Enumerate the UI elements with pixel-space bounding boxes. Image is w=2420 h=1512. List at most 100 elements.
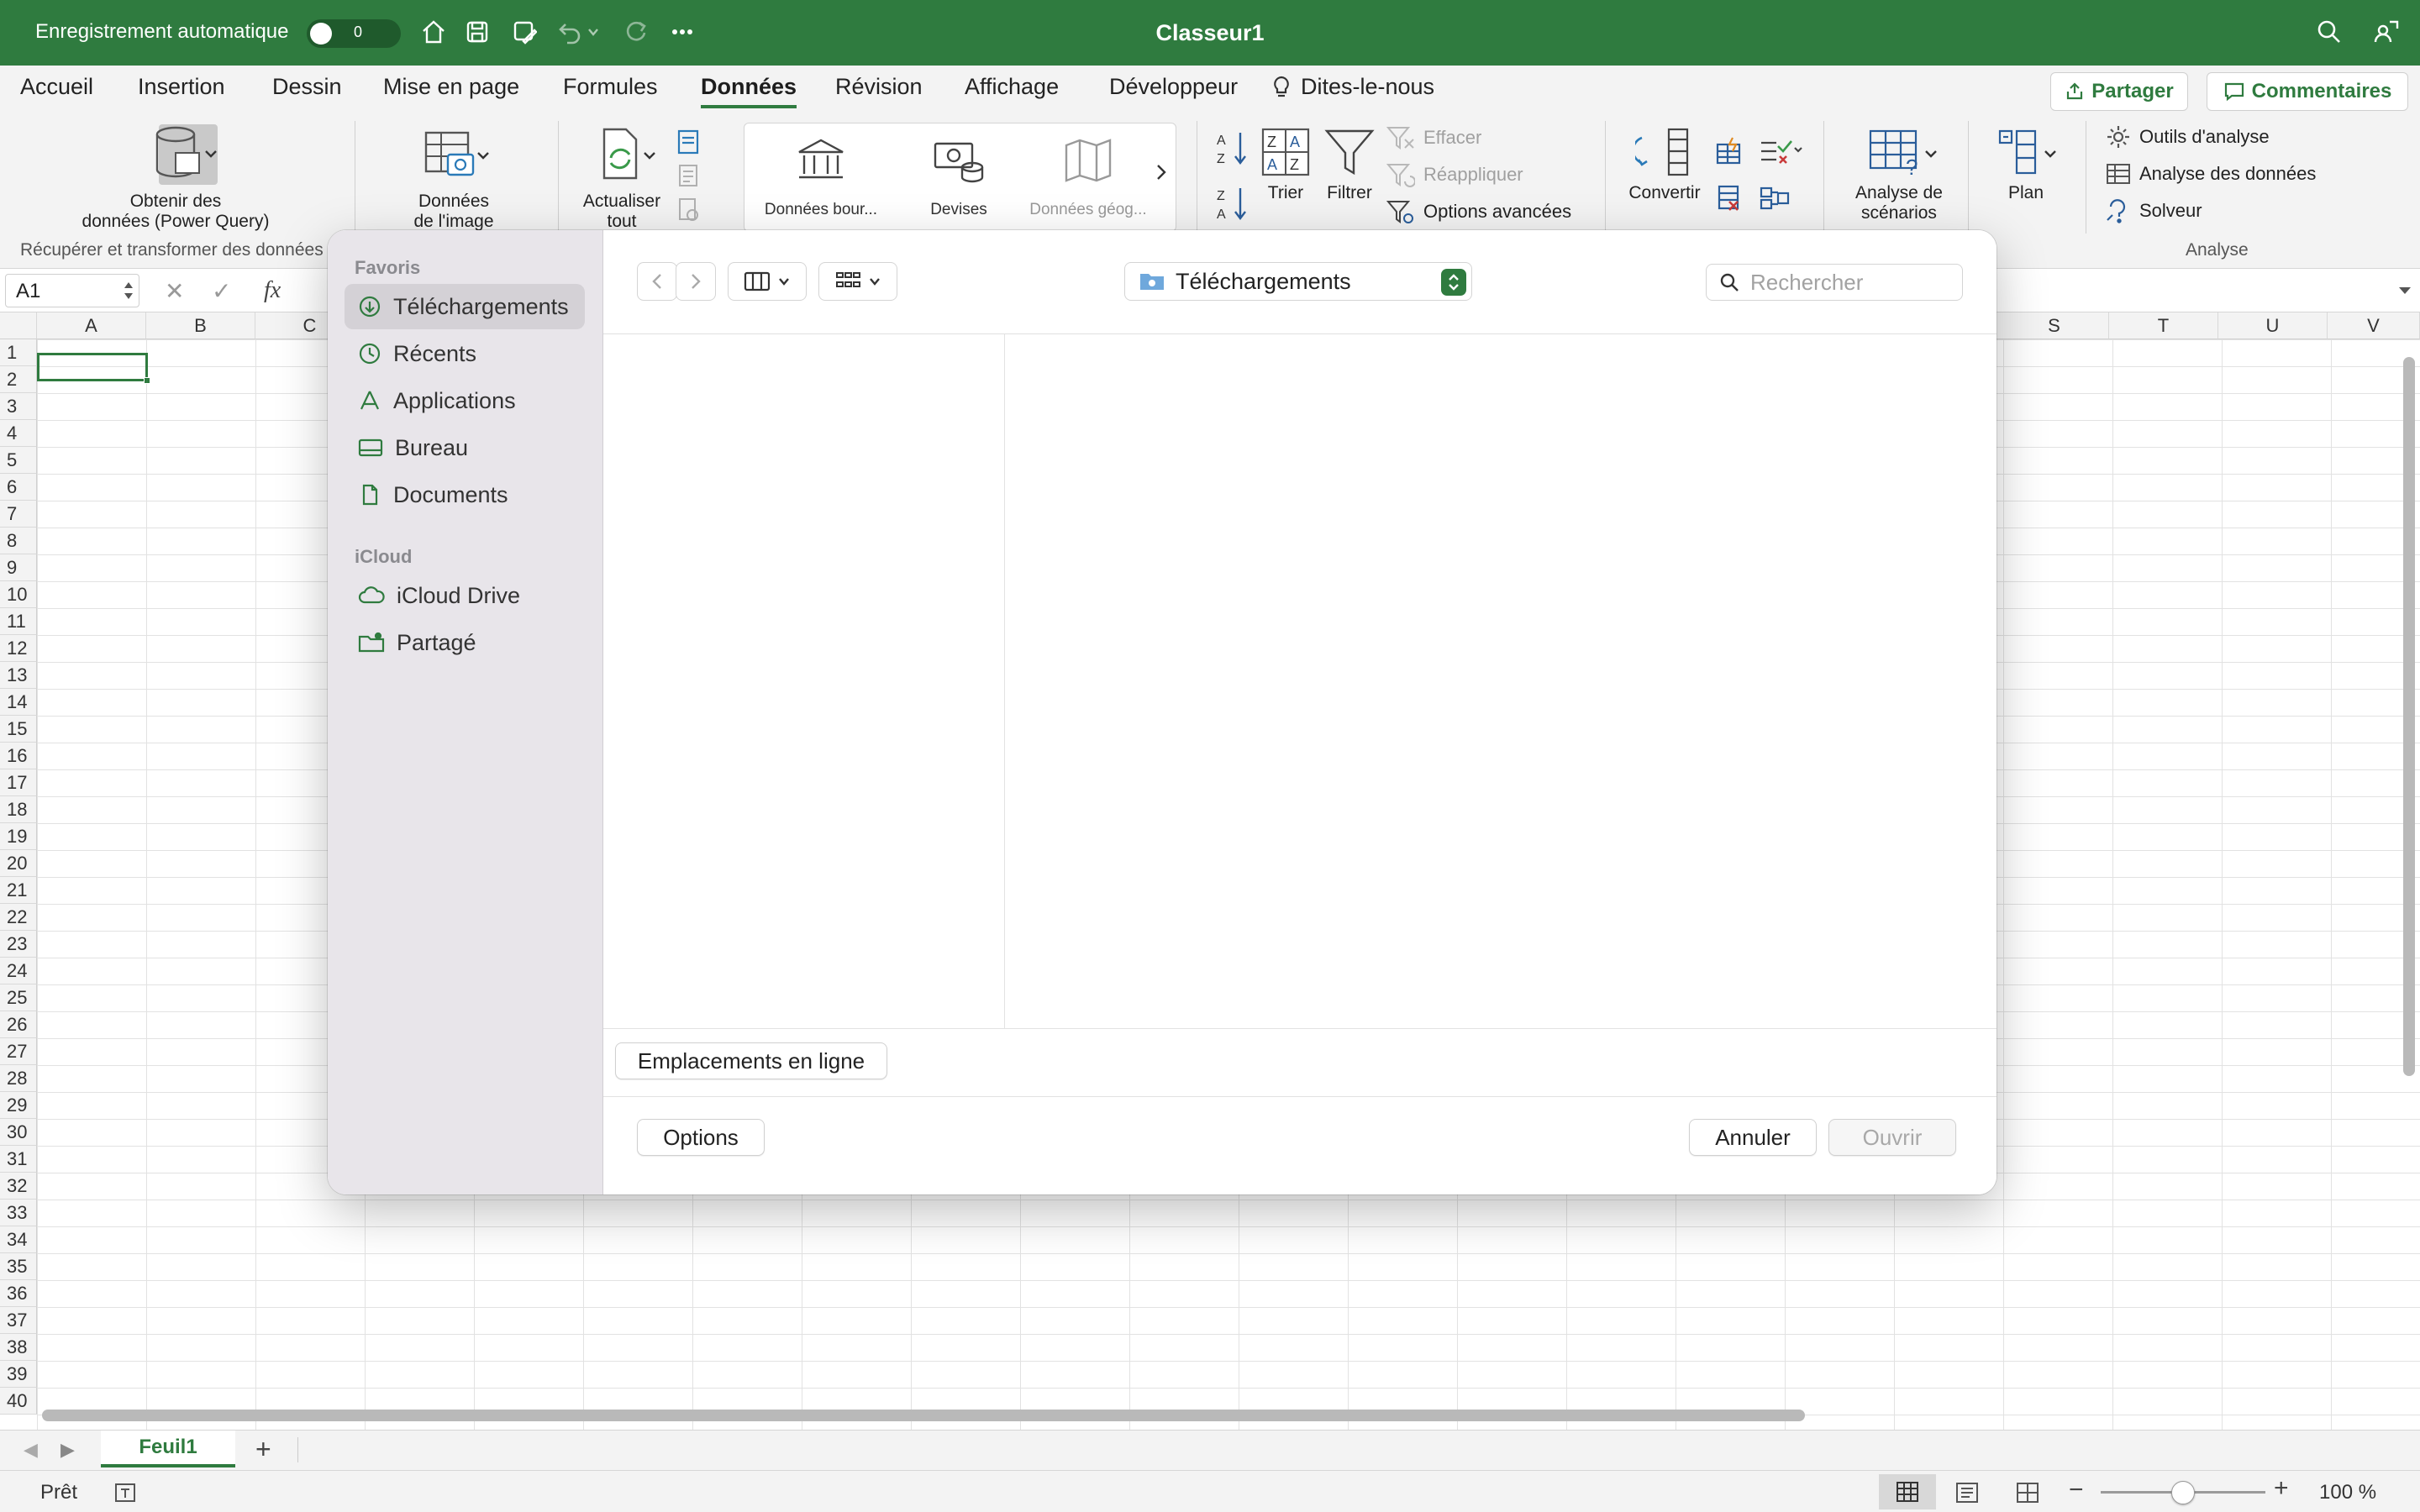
- add-sheet-icon[interactable]: +: [255, 1434, 271, 1465]
- reapply-button[interactable]: Réappliquer: [1386, 161, 1523, 188]
- row-header[interactable]: 1: [0, 339, 37, 366]
- search-input[interactable]: [1750, 269, 1944, 296]
- horizontal-scrollbar[interactable]: [42, 1410, 1805, 1421]
- tab-donnees[interactable]: Données: [701, 74, 797, 108]
- open-button[interactable]: Ouvrir: [1828, 1119, 1956, 1156]
- row-header[interactable]: 6: [0, 474, 37, 501]
- row-header[interactable]: 9: [0, 554, 37, 581]
- row-header[interactable]: 16: [0, 743, 37, 769]
- gallery-geography[interactable]: Données géog...: [1025, 137, 1151, 219]
- gallery-next-icon[interactable]: [1154, 162, 1169, 186]
- row-header[interactable]: 22: [0, 904, 37, 931]
- column-header-s[interactable]: S: [2000, 312, 2109, 339]
- tab-developpeur[interactable]: Développeur: [1109, 74, 1238, 100]
- tab-accueil[interactable]: Accueil: [20, 74, 93, 100]
- vertical-scrollbar[interactable]: [2403, 357, 2415, 1076]
- row-header[interactable]: 8: [0, 528, 37, 554]
- save-as-icon[interactable]: [508, 15, 541, 49]
- row-header[interactable]: 31: [0, 1146, 37, 1173]
- page-layout-view-icon[interactable]: [1954, 1481, 1980, 1504]
- confirm-entry-icon[interactable]: ✓: [212, 277, 231, 305]
- sidebar-item-shared[interactable]: Partagé: [345, 620, 585, 665]
- cancel-entry-icon[interactable]: ✕: [165, 277, 184, 305]
- selected-cell-a1[interactable]: [37, 353, 150, 384]
- file-column-1[interactable]: [603, 334, 1005, 1028]
- row-header[interactable]: 14: [0, 689, 37, 716]
- row-header[interactable]: 38: [0, 1334, 37, 1361]
- row-header[interactable]: 4: [0, 420, 37, 447]
- save-icon[interactable]: [460, 15, 494, 49]
- remove-duplicates-button[interactable]: [1714, 183, 1744, 213]
- row-header[interactable]: 17: [0, 769, 37, 796]
- sidebar-item-documents[interactable]: Documents: [345, 472, 585, 517]
- share-button[interactable]: Partager: [2050, 72, 2188, 111]
- row-header[interactable]: 40: [0, 1388, 37, 1415]
- advanced-filter-button[interactable]: Options avancées: [1386, 198, 1571, 225]
- get-data-button[interactable]: Obtenir des données (Power Query): [71, 121, 281, 232]
- row-header[interactable]: 10: [0, 581, 37, 608]
- autosave-toggle[interactable]: 0: [307, 19, 401, 48]
- insert-function-icon[interactable]: fx: [264, 277, 281, 304]
- options-button[interactable]: Options: [637, 1119, 765, 1156]
- data-validation-button[interactable]: [1758, 136, 1803, 166]
- row-header[interactable]: 20: [0, 850, 37, 877]
- gallery-stocks[interactable]: Données bour...: [758, 137, 884, 219]
- row-header[interactable]: 26: [0, 1011, 37, 1038]
- row-header[interactable]: 29: [0, 1092, 37, 1119]
- forward-button[interactable]: [676, 262, 716, 301]
- fill-handle[interactable]: [144, 377, 150, 384]
- next-sheet-icon[interactable]: ▶: [60, 1439, 75, 1461]
- column-header-v[interactable]: V: [2328, 312, 2420, 339]
- row-header[interactable]: 18: [0, 796, 37, 823]
- column-header-t[interactable]: T: [2109, 312, 2218, 339]
- row-header[interactable]: 34: [0, 1226, 37, 1253]
- page-break-view-icon[interactable]: [2015, 1481, 2040, 1504]
- sidebar-item-downloads[interactable]: Téléchargements: [345, 284, 585, 329]
- clear-filter-button[interactable]: Effacer: [1386, 124, 1481, 151]
- select-all-corner[interactable]: [0, 312, 37, 339]
- row-header[interactable]: 24: [0, 958, 37, 984]
- row-header[interactable]: 28: [0, 1065, 37, 1092]
- normal-view-button[interactable]: [1879, 1474, 1936, 1509]
- expand-formula-icon[interactable]: [2398, 284, 2412, 297]
- location-popup[interactable]: Téléchargements: [1124, 262, 1472, 301]
- row-header[interactable]: 36: [0, 1280, 37, 1307]
- properties-button[interactable]: [676, 163, 701, 188]
- refresh-all-button[interactable]: Actualiser tout: [571, 126, 672, 232]
- row-header[interactable]: 32: [0, 1173, 37, 1200]
- name-box[interactable]: A1: [5, 274, 139, 307]
- row-header[interactable]: 3: [0, 393, 37, 420]
- filter-button[interactable]: Filtrer: [1318, 126, 1381, 203]
- row-header[interactable]: 35: [0, 1253, 37, 1280]
- row-header[interactable]: 30: [0, 1119, 37, 1146]
- queries-connections-button[interactable]: [676, 128, 704, 156]
- what-if-analysis-button[interactable]: ? Analyse de scénarios: [1840, 126, 1958, 223]
- sort-ascending-button[interactable]: AZ: [1215, 129, 1249, 166]
- edit-links-button[interactable]: [676, 197, 701, 222]
- tab-affichage[interactable]: Affichage: [965, 74, 1059, 100]
- gallery-currencies[interactable]: Devises: [896, 137, 1022, 219]
- column-header-u[interactable]: U: [2218, 312, 2328, 339]
- group-view-button[interactable]: [818, 262, 897, 301]
- sort-button[interactable]: ZAAZ Trier: [1254, 126, 1318, 203]
- tab-formules[interactable]: Formules: [563, 74, 658, 100]
- analysis-tools-button[interactable]: Outils d'analyse: [2106, 124, 2270, 150]
- text-to-columns-button[interactable]: Convertir: [1620, 126, 1709, 203]
- sidebar-item-applications[interactable]: Applications: [345, 378, 585, 423]
- back-button[interactable]: [637, 262, 677, 301]
- tab-mise-en-page[interactable]: Mise en page: [383, 74, 519, 100]
- undo-dropdown-icon[interactable]: [585, 15, 602, 49]
- accessibility-icon[interactable]: [113, 1481, 138, 1504]
- row-header[interactable]: 25: [0, 984, 37, 1011]
- zoom-in-icon[interactable]: +: [2274, 1474, 2289, 1503]
- row-header[interactable]: 21: [0, 877, 37, 904]
- row-header[interactable]: 33: [0, 1200, 37, 1226]
- comments-button[interactable]: Commentaires: [2207, 72, 2408, 111]
- tab-dessin[interactable]: Dessin: [272, 74, 342, 100]
- row-header[interactable]: 27: [0, 1038, 37, 1065]
- row-header[interactable]: 39: [0, 1361, 37, 1388]
- outline-button[interactable]: Plan: [1980, 126, 2072, 203]
- column-view-button[interactable]: [728, 262, 807, 301]
- row-header[interactable]: 5: [0, 447, 37, 474]
- undo-icon[interactable]: [553, 15, 587, 49]
